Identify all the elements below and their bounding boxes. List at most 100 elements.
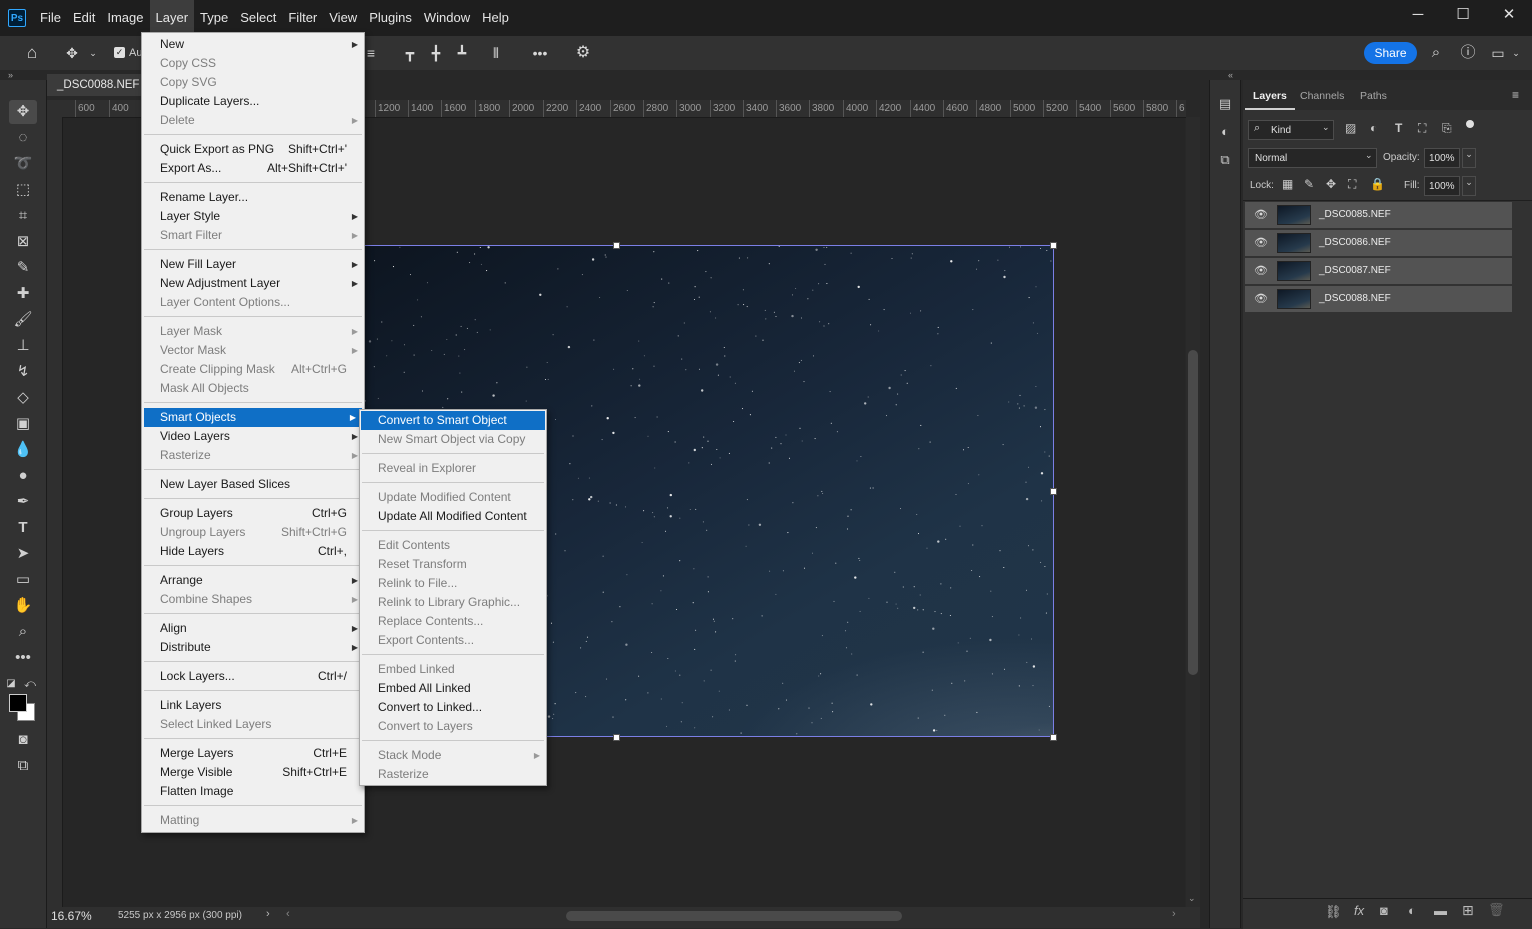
move-tool-icon[interactable]: ✥ bbox=[9, 100, 37, 124]
menu-plugins[interactable]: Plugins bbox=[363, 0, 418, 36]
chevron-down-icon[interactable]: ⌄ bbox=[86, 36, 100, 70]
eyedropper-tool-icon[interactable]: ✎ bbox=[9, 256, 37, 280]
frame-tool-icon[interactable]: ⊠ bbox=[9, 230, 37, 254]
lock-artboard-icon[interactable]: ⛶ bbox=[1348, 177, 1356, 192]
panel-menu-icon[interactable]: ≡ bbox=[1512, 88, 1519, 102]
menu-item-new-smart-object-via-copy[interactable]: New Smart Object via Copy bbox=[360, 430, 546, 449]
auto-select-checkbox[interactable]: ✓ bbox=[114, 47, 125, 58]
menu-layer[interactable]: Layer bbox=[149, 0, 195, 36]
swap-colors-icon[interactable]: ⤺ bbox=[22, 672, 38, 696]
menu-item-ungroup-layers[interactable]: Ungroup Layers Shift+Ctrl+G bbox=[142, 523, 364, 542]
minimize-icon[interactable]: ─ bbox=[1395, 0, 1441, 30]
filter-shape-layer-icon[interactable]: ⛶ bbox=[1418, 121, 1426, 136]
foreground-color-swatch[interactable] bbox=[9, 694, 27, 712]
fill-slider-chevron-icon[interactable]: ⌄ bbox=[1462, 176, 1476, 196]
gradient-tool-icon[interactable]: ▣ bbox=[9, 412, 37, 436]
move-tool-option-icon[interactable]: ✥ bbox=[62, 36, 82, 70]
filter-type-layer-icon[interactable]: T bbox=[1395, 121, 1402, 135]
menu-item-lock-layers[interactable]: Lock Layers... Ctrl+/ bbox=[142, 667, 364, 686]
help-icon[interactable]: ⓘ bbox=[1458, 36, 1478, 70]
status-menu-arrow-icon[interactable]: › bbox=[266, 908, 270, 920]
menu-item-new-fill-layer[interactable]: New Fill Layer ▶ bbox=[142, 255, 364, 274]
add-mask-icon[interactable]: ◙ bbox=[1380, 903, 1388, 918]
opacity-input[interactable]: 100% bbox=[1424, 148, 1460, 168]
menu-item-vector-mask[interactable]: Vector Mask ▶ bbox=[142, 341, 364, 360]
new-group-folder-icon[interactable]: ▬ bbox=[1434, 903, 1447, 918]
menu-item-arrange[interactable]: Arrange ▶ bbox=[142, 571, 364, 590]
filter-adjustment-layer-icon[interactable]: ◐ bbox=[1370, 121, 1377, 135]
layer-row[interactable]: 👁 _DSC0085.NEF bbox=[1245, 202, 1512, 230]
menu-item-merge-visible[interactable]: Merge Visible Shift+Ctrl+E bbox=[142, 763, 364, 782]
history-brush-tool-icon[interactable]: ↯ bbox=[9, 360, 37, 384]
collapse-panels-icon[interactable]: « bbox=[1228, 70, 1233, 80]
visibility-eye-icon[interactable]: 👁 bbox=[1254, 208, 1268, 221]
close-icon[interactable]: ✕ bbox=[1486, 0, 1532, 30]
vertical-scroll-thumb[interactable] bbox=[1188, 350, 1198, 675]
menu-item-flatten-image[interactable]: Flatten Image bbox=[142, 782, 364, 801]
marquee-tool-icon[interactable]: ◌ bbox=[9, 126, 37, 150]
menu-item-embed-linked[interactable]: Embed Linked bbox=[360, 660, 546, 679]
eraser-tool-icon[interactable]: ◇ bbox=[9, 386, 37, 410]
blur-tool-icon[interactable]: 💧 bbox=[9, 438, 37, 462]
delete-layer-trash-icon[interactable]: 🗑 bbox=[1488, 902, 1505, 918]
rectangle-tool-icon[interactable]: ▭ bbox=[9, 568, 37, 592]
workspace-icon[interactable]: ▭ bbox=[1487, 36, 1509, 70]
menu-view[interactable]: View bbox=[323, 0, 363, 36]
path-selection-tool-icon[interactable]: ➤ bbox=[9, 542, 37, 566]
menu-item-smart-filter[interactable]: Smart Filter ▶ bbox=[142, 226, 364, 245]
transform-handle[interactable] bbox=[1050, 242, 1057, 249]
menu-item-layer-style[interactable]: Layer Style ▶ bbox=[142, 207, 364, 226]
menu-item-align[interactable]: Align ▶ bbox=[142, 619, 364, 638]
menu-item-layer-content-options[interactable]: Layer Content Options... bbox=[142, 293, 364, 312]
menu-item-group-layers[interactable]: Group Layers Ctrl+G bbox=[142, 504, 364, 523]
align-left-edges-icon[interactable]: ≡ bbox=[364, 36, 378, 70]
tab-layers[interactable]: Layers bbox=[1245, 82, 1295, 110]
menu-item-duplicate-layers[interactable]: Duplicate Layers... bbox=[142, 92, 364, 111]
menu-item-delete[interactable]: Delete ▶ bbox=[142, 111, 364, 130]
lock-image-pixels-icon[interactable]: ✎ bbox=[1304, 177, 1314, 191]
menu-item-rename-layer[interactable]: Rename Layer... bbox=[142, 188, 364, 207]
type-tool-icon[interactable]: T bbox=[9, 516, 37, 540]
align-vertical-centers-icon[interactable]: ╋ bbox=[427, 36, 445, 70]
clone-stamp-tool-icon[interactable]: ⊥ bbox=[9, 334, 37, 358]
menu-item-combine-shapes[interactable]: Combine Shapes ▶ bbox=[142, 590, 364, 609]
maximize-icon[interactable]: ☐ bbox=[1440, 0, 1486, 30]
lock-all-icon[interactable]: 🔒 bbox=[1370, 177, 1385, 191]
transform-handle[interactable] bbox=[613, 242, 620, 249]
menu-window[interactable]: Window bbox=[418, 0, 476, 36]
brush-tool-icon[interactable]: 🖌 bbox=[9, 308, 37, 332]
filter-toggle-icon[interactable] bbox=[1466, 120, 1474, 128]
menu-item-embed-all-linked[interactable]: Embed All Linked bbox=[360, 679, 546, 698]
menu-edit[interactable]: Edit bbox=[67, 0, 101, 36]
scroll-down-arrow-icon[interactable]: ⌄ bbox=[1188, 893, 1196, 904]
menu-item-reset-transform[interactable]: Reset Transform bbox=[360, 555, 546, 574]
menu-image[interactable]: Image bbox=[101, 0, 149, 36]
align-bottom-edges-icon[interactable]: ┻ bbox=[453, 36, 471, 70]
menu-item-copy-svg[interactable]: Copy SVG bbox=[142, 73, 364, 92]
menu-select[interactable]: Select bbox=[234, 0, 282, 36]
menu-item-new-layer-based-slices[interactable]: New Layer Based Slices bbox=[142, 475, 364, 494]
layer-style-fx-icon[interactable]: fx bbox=[1354, 903, 1364, 918]
menu-item-merge-layers[interactable]: Merge Layers Ctrl+E bbox=[142, 744, 364, 763]
distribute-icon[interactable]: ⫴ bbox=[487, 36, 505, 70]
menu-item-layer-mask[interactable]: Layer Mask ▶ bbox=[142, 322, 364, 341]
menu-item-create-clipping-mask[interactable]: Create Clipping Mask Alt+Ctrl+G bbox=[142, 360, 364, 379]
visibility-eye-icon[interactable]: 👁 bbox=[1254, 292, 1268, 305]
menu-item-link-layers[interactable]: Link Layers bbox=[142, 696, 364, 715]
scroll-right-arrow-icon[interactable]: › bbox=[1172, 908, 1176, 920]
object-selection-tool-icon[interactable]: ⬚ bbox=[9, 178, 37, 202]
align-top-edges-icon[interactable]: ┳ bbox=[401, 36, 419, 70]
fill-input[interactable]: 100% bbox=[1424, 176, 1460, 196]
menu-item-select-linked-layers[interactable]: Select Linked Layers bbox=[142, 715, 364, 734]
zoom-tool-icon[interactable]: ⌕ bbox=[9, 620, 37, 644]
home-icon[interactable]: ⌂ bbox=[20, 36, 44, 70]
adjustments-panel-icon[interactable]: ◐ bbox=[1216, 124, 1234, 142]
menu-item-reveal-in-explorer[interactable]: Reveal in Explorer bbox=[360, 459, 546, 478]
menu-item-update-modified-content[interactable]: Update Modified Content bbox=[360, 488, 546, 507]
hand-tool-icon[interactable]: ✋ bbox=[9, 594, 37, 618]
transform-handle[interactable] bbox=[613, 734, 620, 741]
screen-mode-icon[interactable]: ⧉ bbox=[9, 754, 37, 778]
blend-mode-dropdown[interactable]: Normal bbox=[1248, 148, 1377, 168]
crop-tool-icon[interactable]: ⌗ bbox=[9, 204, 37, 228]
menu-item-export-contents[interactable]: Export Contents... bbox=[360, 631, 546, 650]
